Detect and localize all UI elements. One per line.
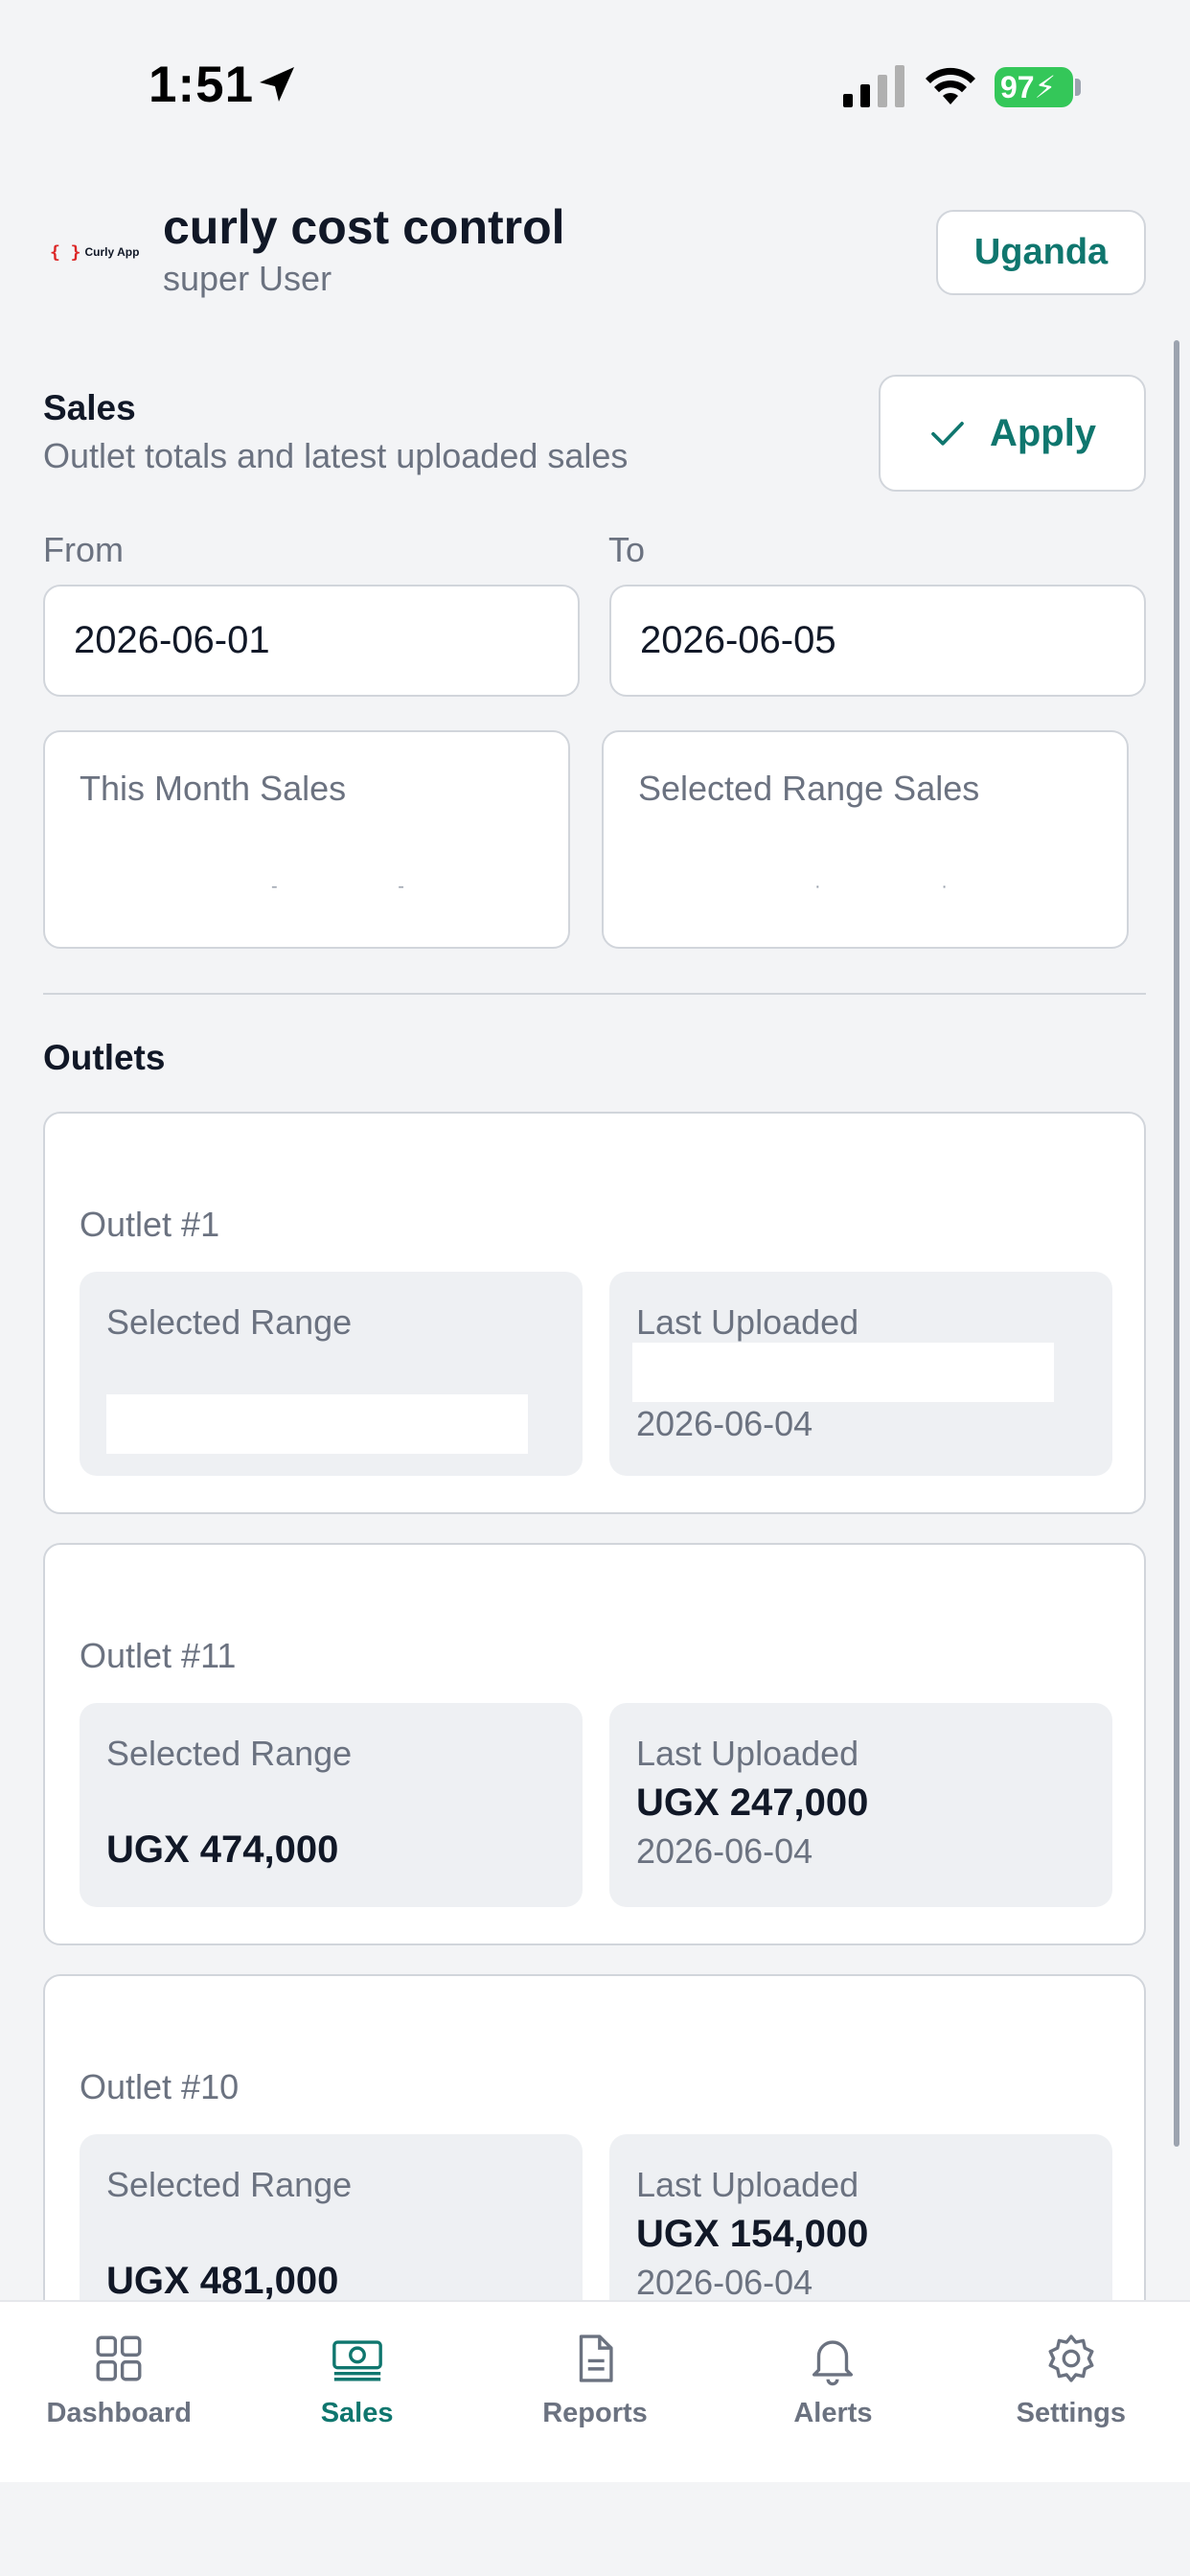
- nav-item-dashboard[interactable]: Dashboard: [0, 2302, 238, 2482]
- sales-subtitle: Outlet totals and latest uploaded sales: [43, 436, 629, 475]
- logo-text: Curly App: [84, 245, 140, 259]
- this-month-sales-card: This Month Sales - -: [43, 730, 570, 949]
- nav-label-settings: Settings: [1016, 2398, 1127, 2428]
- outlet-card[interactable]: Outlet #11 Selected Range UGX 474,000 La…: [43, 1543, 1146, 1945]
- document-icon: [579, 2334, 613, 2382]
- bottom-nav: Dashboard Sales Reports Alerts Settings: [0, 2300, 1190, 2482]
- check-icon: [931, 422, 964, 446]
- nav-label-reports: Reports: [542, 2398, 648, 2428]
- sales-title: Sales: [43, 388, 136, 427]
- nav-label-alerts: Alerts: [793, 2398, 873, 2428]
- battery-cap: [1075, 79, 1081, 96]
- app-logo: { } Curly App: [50, 238, 139, 266]
- from-date-input[interactable]: [43, 585, 580, 697]
- selected-range-sales-card: Selected Range Sales · ·: [602, 730, 1129, 949]
- cellular-signal-icon: [843, 65, 904, 107]
- last-uploaded-date: 2026-06-04: [636, 2263, 813, 2300]
- this-month-sales-value: - -: [271, 876, 462, 897]
- grid-icon: [96, 2335, 142, 2381]
- this-month-sales-label: This Month Sales: [80, 769, 347, 808]
- outlet-card[interactable]: Outlet #1 Selected Range Last Uploaded 2…: [43, 1112, 1146, 1514]
- nav-label-sales: Sales: [320, 2398, 394, 2428]
- logo-braces: { }: [50, 242, 81, 263]
- apply-label: Apply: [989, 411, 1097, 454]
- selected-range-sales-value: · ·: [814, 876, 1005, 897]
- outlet-name: Outlet #11: [80, 1636, 237, 1675]
- selected-range-value: UGX 474,000: [106, 1828, 339, 1871]
- nav-item-reports[interactable]: Reports: [476, 2302, 714, 2482]
- nav-item-sales[interactable]: Sales: [238, 2302, 475, 2482]
- last-uploaded-label: Last Uploaded: [636, 2165, 859, 2204]
- region-button[interactable]: Uganda: [936, 210, 1146, 295]
- app-title: curly cost control: [163, 200, 565, 254]
- status-time: 1:51: [149, 57, 255, 113]
- last-uploaded-label: Last Uploaded: [636, 1734, 859, 1773]
- selected-range-label: Selected Range: [106, 2165, 353, 2204]
- home-indicator-area: [0, 2482, 1190, 2576]
- redacted-value: [106, 1394, 528, 1454]
- wifi-icon: [926, 67, 975, 104]
- divider: [43, 993, 1146, 995]
- last-uploaded-amount: UGX 247,000: [636, 1782, 869, 1824]
- bell-icon: [812, 2340, 854, 2386]
- gear-icon: [1048, 2334, 1094, 2382]
- nav-item-alerts[interactable]: Alerts: [714, 2302, 951, 2482]
- last-uploaded-box: Last Uploaded 2026-06-04: [609, 1272, 1112, 1476]
- last-uploaded-amount: UGX 154,000: [636, 2213, 869, 2255]
- to-label: To: [608, 530, 646, 569]
- outlet-name: Outlet #1: [80, 1205, 220, 1244]
- apply-button[interactable]: Apply: [879, 375, 1146, 492]
- selected-range-sales-label: Selected Range Sales: [638, 769, 980, 808]
- charging-bolt-icon: ⚡: [1034, 70, 1057, 104]
- selected-range-box: Selected Range: [80, 1272, 583, 1476]
- cash-icon: [332, 2340, 382, 2381]
- selected-range-value: UGX 481,000: [106, 2260, 339, 2300]
- last-uploaded-date: 2026-06-04: [636, 1404, 813, 1443]
- battery-level: 97: [1000, 70, 1035, 104]
- location-arrow-icon: [260, 67, 294, 102]
- outlet-name: Outlet #10: [80, 2067, 240, 2106]
- sales-content[interactable]: Sales Outlet totals and latest uploaded …: [0, 326, 1190, 2300]
- last-uploaded-box: Last Uploaded UGX 247,000 2026-06-04: [609, 1703, 1112, 1907]
- nav-label-dashboard: Dashboard: [46, 2398, 192, 2428]
- outlets-title: Outlets: [43, 1038, 166, 1077]
- from-label: From: [43, 530, 124, 569]
- selected-range-box: Selected Range UGX 481,000: [80, 2134, 583, 2300]
- battery-icon: 97⚡: [995, 67, 1073, 107]
- selected-range-box: Selected Range UGX 474,000: [80, 1703, 583, 1907]
- last-uploaded-date: 2026-06-04: [636, 1831, 813, 1871]
- user-role: super User: [163, 259, 332, 298]
- outlet-card[interactable]: Outlet #10 Selected Range UGX 481,000 La…: [43, 1974, 1146, 2300]
- scrollbar[interactable]: [1174, 340, 1179, 2147]
- nav-item-settings[interactable]: Settings: [952, 2302, 1190, 2482]
- last-uploaded-box: Last Uploaded UGX 154,000 2026-06-04: [609, 2134, 1112, 2300]
- selected-range-label: Selected Range: [106, 1734, 353, 1773]
- last-uploaded-label: Last Uploaded: [636, 1302, 859, 1342]
- status-bar: 1:51 97⚡: [0, 0, 1190, 172]
- selected-range-label: Selected Range: [106, 1302, 353, 1342]
- to-date-input[interactable]: [609, 585, 1146, 697]
- redacted-value: [632, 1343, 1054, 1402]
